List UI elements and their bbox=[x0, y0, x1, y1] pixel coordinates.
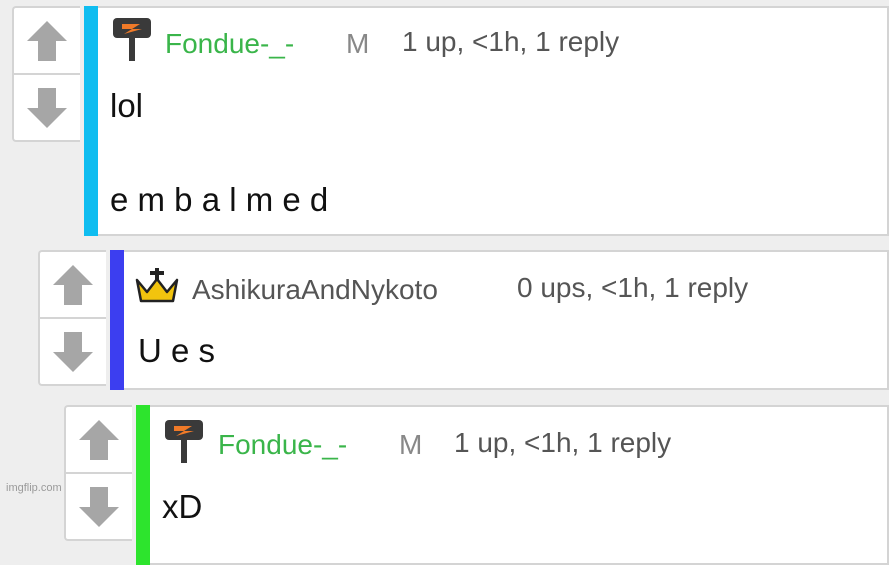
moderator-tag: M bbox=[346, 28, 370, 59]
vote-box bbox=[12, 6, 80, 142]
comment: Fondue-_- M 1 up, <1h, 1 reply lol e m b… bbox=[12, 6, 889, 236]
moderator-tag: M bbox=[399, 429, 423, 460]
comment-meta: 1 up, <1h, 1 reply bbox=[402, 26, 620, 57]
upvote-button[interactable] bbox=[66, 407, 132, 474]
thread-depth-bar bbox=[136, 405, 150, 565]
comment: Fondue-_- M 1 up, <1h, 1 reply xD bbox=[64, 405, 889, 565]
comment-card: Fondue-_- M 1 up, <1h, 1 reply lol e m b… bbox=[98, 6, 889, 236]
downvote-button[interactable] bbox=[14, 75, 80, 140]
upvote-button[interactable] bbox=[14, 8, 80, 75]
comment-body-line: lol bbox=[110, 87, 144, 124]
downvote-button[interactable] bbox=[40, 319, 106, 384]
arrow-down-icon bbox=[27, 87, 67, 128]
comment-body-line: U e s bbox=[138, 332, 216, 369]
username-link[interactable]: AshikuraAndNykoto bbox=[192, 274, 438, 306]
comment-card: AshikuraAndNykoto 0 ups, <1h, 1 reply U … bbox=[124, 250, 889, 390]
comment: AshikuraAndNykoto 0 ups, <1h, 1 reply U … bbox=[38, 250, 889, 390]
thread-depth-bar bbox=[110, 250, 124, 390]
comment-body-line: e m b a l m e d bbox=[110, 181, 329, 218]
comment-meta: 0 ups, <1h, 1 reply bbox=[517, 272, 749, 303]
downvote-button[interactable] bbox=[66, 474, 132, 539]
mod-hammer-icon bbox=[112, 16, 152, 67]
comment-meta: 1 up, <1h, 1 reply bbox=[454, 427, 672, 458]
crown-icon bbox=[134, 266, 180, 311]
vote-box bbox=[64, 405, 132, 541]
upvote-button[interactable] bbox=[40, 252, 106, 319]
arrow-down-icon bbox=[79, 486, 119, 527]
comment-card: Fondue-_- M 1 up, <1h, 1 reply xD bbox=[150, 405, 889, 565]
comment-body-line: xD bbox=[162, 488, 203, 525]
arrow-up-icon bbox=[79, 419, 119, 460]
arrow-down-icon bbox=[53, 331, 93, 372]
site-watermark: imgflip.com bbox=[6, 482, 62, 494]
mod-hammer-icon bbox=[164, 418, 204, 469]
username-link[interactable]: Fondue-_- bbox=[218, 429, 347, 461]
username-link[interactable]: Fondue-_- bbox=[165, 28, 294, 60]
arrow-up-icon bbox=[27, 20, 67, 61]
arrow-up-icon bbox=[53, 264, 93, 305]
vote-box bbox=[38, 250, 106, 386]
thread-depth-bar bbox=[84, 6, 98, 236]
